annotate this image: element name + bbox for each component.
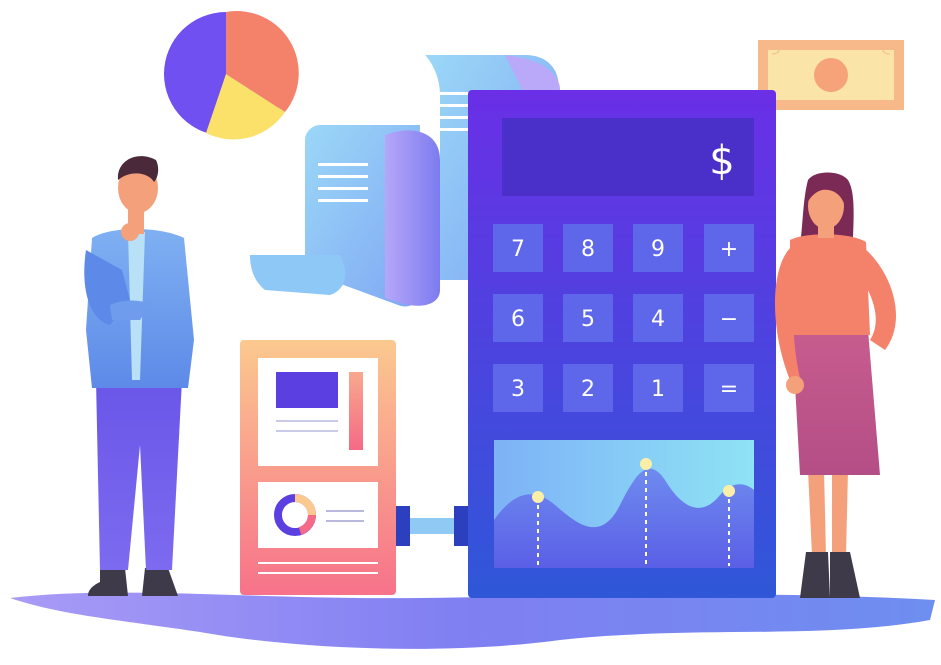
display-dollar-sign: $: [709, 138, 734, 184]
calculator-key: 7: [493, 224, 543, 272]
calculator-key: =: [704, 364, 754, 412]
calculator-key: −: [704, 294, 754, 342]
connector: [396, 506, 468, 546]
calculator-key-label: 4: [651, 307, 665, 332]
calculator-key-label: 6: [511, 307, 525, 332]
calculator-key: 3: [493, 364, 543, 412]
calculator-key-label: 3: [511, 377, 525, 402]
calculator-key: 5: [563, 294, 613, 342]
calculator-key-label: 5: [581, 307, 595, 332]
calculator-key: 1: [633, 364, 683, 412]
calculator-key-label: 9: [651, 237, 665, 262]
area-chart-icon: [494, 440, 754, 568]
calculator-key-label: −: [720, 307, 738, 332]
finance-illustration: $ 7 8 9 +6 5 4 − 3 2 1 =: [10, 11, 935, 649]
report-panel: [240, 340, 396, 595]
calculator-key-label: =: [720, 377, 738, 402]
ground: [10, 592, 935, 649]
calculator-key: 2: [563, 364, 613, 412]
calculator: $ 7 8 9 +6 5 4 − 3 2 1 =: [468, 90, 776, 598]
man-figure: [84, 156, 194, 596]
calculator-key-label: 2: [581, 377, 595, 402]
calculator-key-label: 1: [651, 377, 665, 402]
calculator-key: 6: [493, 294, 543, 342]
calculator-key-label: +: [720, 237, 738, 262]
calculator-key-label: 8: [581, 237, 595, 262]
pie-chart-icon: [164, 11, 299, 140]
calculator-key: 9: [633, 224, 683, 272]
calculator-key: 8: [563, 224, 613, 272]
calculator-key: +: [704, 224, 754, 272]
woman-figure: [775, 172, 896, 598]
calculator-key-label: 7: [511, 237, 525, 262]
calculator-key: 4: [633, 294, 683, 342]
banknote-icon: [758, 40, 904, 110]
